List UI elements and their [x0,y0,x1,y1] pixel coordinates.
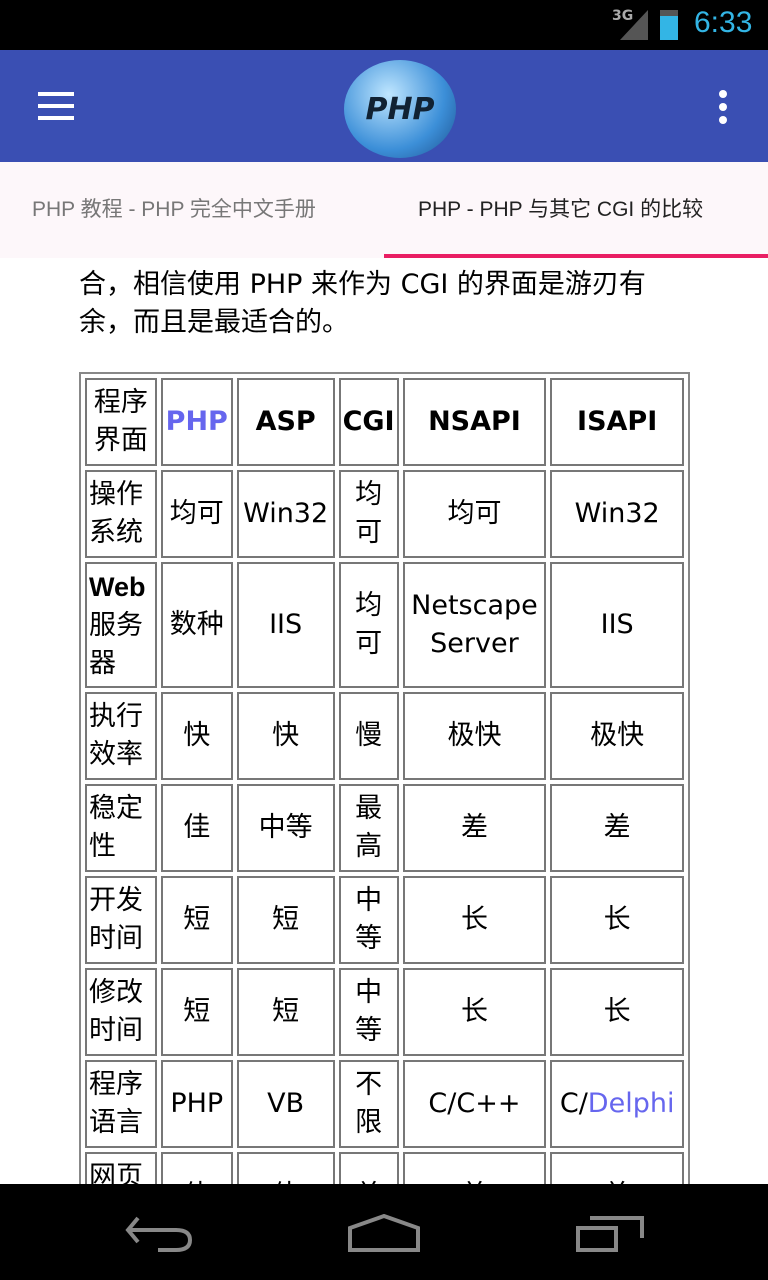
recent-apps-icon[interactable] [574,1214,646,1254]
row-label: 修改时间 [89,977,143,1046]
table-row: 修改时间短短中等长长 [85,968,684,1056]
table-row: 稳定性佳中等最高差差 [85,784,684,872]
table-cell: 长 [402,876,547,964]
table-row: 执行效率快快慢极快 极快 [85,692,684,780]
table-row: 操作系统 均可 Win32 均可均可 Win32 [85,470,684,558]
table-cell: 程序语言 [85,1060,157,1148]
navigation-bar [0,1184,768,1280]
table-cell: 稳定性 [85,784,157,872]
table-cell: Netscape Server [402,562,547,688]
php-logo: PHP [344,60,456,158]
table-cell: 中等 [338,968,399,1056]
row-label: 开发时间 [89,885,143,954]
table-cell: 均可 [402,470,547,558]
table-cell: 执行效率 [85,692,157,780]
table-cell: 操作系统 [85,470,157,558]
article-content[interactable]: 界面与的 CGI 程序才能符合要求了。在其它的场合，相信使用 PHP 来作为 C… [0,258,768,1184]
table-cell: 极快 [550,692,684,780]
table-cell: 开发时间 [85,876,157,964]
table-cell: 均可 [338,562,399,688]
table-cell: 不限 [338,1060,399,1148]
table-cell: 慢 [338,692,399,780]
table-cell: 长 [550,968,684,1056]
table-cell: 差 [550,1152,684,1184]
table-header-row: 程序界面 PHP ASP CGI NSAPI ISAPI [85,378,684,466]
table-cell: 网页结合 [85,1152,157,1184]
table-cell: 短 [160,876,233,964]
article-paragraph: 界面与的 CGI 程序才能符合要求了。在其它的场合，相信使用 PHP 来作为 C… [79,258,657,338]
table-cell: 极快 [402,692,547,780]
table-cell: 中等 [338,876,399,964]
table-cell: 均可 [160,470,233,558]
table-cell: 均可 [338,470,399,558]
row-label: 程序语言 [89,1069,143,1138]
table-cell: PHP [160,1060,233,1148]
table-row: 开发时间短短中等长长 [85,876,684,964]
table-cell: 差 [550,784,684,872]
header-cell: PHP [160,378,233,466]
table-cell: 长 [402,968,547,1056]
back-icon[interactable] [124,1214,196,1254]
table-cell: Web 服务器 [85,562,157,688]
table-cell: IIS [236,562,335,688]
table-cell: C/C++ [402,1060,547,1148]
home-icon[interactable] [346,1214,422,1254]
table-row: 程序语言 PHP VB 不限 C/C++ C/Delphi [85,1060,684,1148]
table-cell: IIS [550,562,684,688]
table-cell: VB [236,1060,335,1148]
row-label: 操作系统 [89,479,143,548]
clock: 6:33 [694,6,753,39]
table-cell: 短 [236,876,335,964]
table-cell: 数种 [160,562,233,688]
header-cell: 程序界面 [85,378,157,466]
header-cell: ASP [236,378,335,466]
table-cell: 短 [160,968,233,1056]
app-bar: PHP [0,50,768,162]
table-cell: 修改时间 [85,968,157,1056]
table-cell: 长 [550,876,684,964]
table-cell: 中等 [236,784,335,872]
table-cell: 差 [402,1152,547,1184]
battery-charging-icon [660,10,678,40]
comparison-table: 程序界面 PHP ASP CGI NSAPI ISAPI 操作系统 均可 Win32… [79,372,690,1184]
tab-php-cgi-comparison[interactable]: PHP - PHP 与其它 CGI 的比较 [418,162,703,258]
row-label: 稳定性 [89,793,143,862]
table-cell: 差 [402,784,547,872]
table-cell: 佳 [160,1152,233,1184]
header-cell: ISAPI [550,378,684,466]
row-label: 执行效率 [89,701,143,770]
table-cell: 差 [338,1152,399,1184]
table-cell: 快 [236,692,335,780]
table-cell: Win32 [236,470,335,558]
table-cell: 佳 [160,784,233,872]
table-row: Web 服务器数种 IIS 均可 Netscape Server IIS [85,562,684,688]
table-cell: Win32 [550,470,684,558]
delphi-link[interactable]: Delphi [588,1088,675,1119]
row-label: 网页结合 [89,1161,143,1184]
tab-bar: PHP 教程 - PHP 完全中文手册 PHP - PHP 与其它 CGI 的比… [0,162,768,258]
network-type: 3G [612,8,634,24]
table-cell: C/Delphi [550,1060,684,1148]
tab-indicator [384,254,768,258]
header-cell: CGI [338,378,399,466]
table-cell: 快 [160,692,233,780]
table-cell: 最高 [338,784,399,872]
status-bar: 3G 6:33 [0,0,768,50]
table-cell: 佳 [236,1152,335,1184]
hamburger-icon[interactable] [38,92,74,120]
table-cell: 短 [236,968,335,1056]
overflow-menu-icon[interactable] [719,90,729,129]
header-cell: NSAPI [402,378,547,466]
table-row: 网页结合佳佳差差差 [85,1152,684,1184]
tab-php-tutorial[interactable]: PHP 教程 - PHP 完全中文手册 [32,162,316,258]
